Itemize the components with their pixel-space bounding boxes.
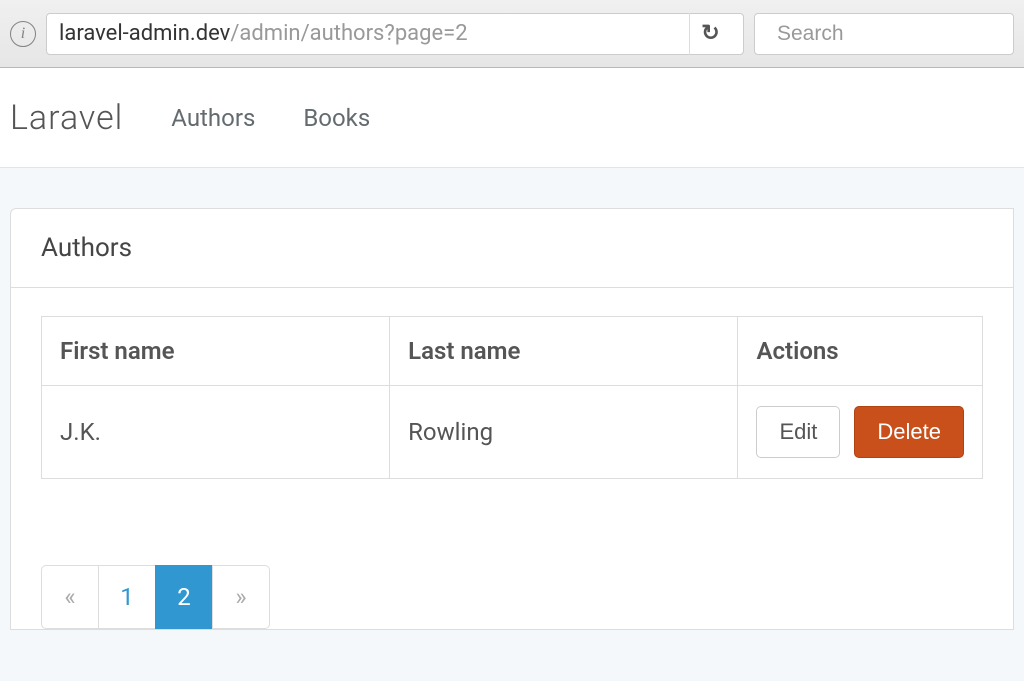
- edit-button[interactable]: Edit: [756, 406, 840, 458]
- pagination-next[interactable]: »: [212, 565, 270, 629]
- reload-button[interactable]: ↻: [689, 13, 731, 55]
- brand-logo[interactable]: Laravel: [10, 98, 123, 138]
- table-header-row: First name Last name Actions: [42, 317, 983, 386]
- search-input[interactable]: [777, 22, 1024, 46]
- col-first-name: First name: [42, 317, 390, 386]
- table-row: J.K. Rowling Edit Delete: [42, 386, 983, 479]
- card-title: Authors: [11, 209, 1013, 288]
- authors-table: First name Last name Actions J.K. Rowlin…: [41, 316, 983, 479]
- top-nav: Laravel Authors Books: [0, 68, 1024, 168]
- content: Authors First name Last name Actions J.K…: [0, 168, 1024, 630]
- reload-icon: ↻: [701, 21, 719, 46]
- url-path: /admin/authors?page=2: [230, 21, 467, 46]
- card: Authors First name Last name Actions J.K…: [10, 208, 1014, 630]
- search-bar[interactable]: [754, 13, 1014, 55]
- url-bar[interactable]: laravel-admin.dev/admin/authors?page=2 ↻: [46, 13, 744, 55]
- card-body: First name Last name Actions J.K. Rowlin…: [11, 288, 1013, 507]
- info-icon[interactable]: i: [10, 21, 36, 47]
- col-last-name: Last name: [390, 317, 738, 386]
- pagination-page-2[interactable]: 2: [155, 565, 213, 629]
- cell-last-name: Rowling: [390, 386, 738, 479]
- browser-chrome: i laravel-admin.dev/admin/authors?page=2…: [0, 0, 1024, 68]
- cell-first-name: J.K.: [42, 386, 390, 479]
- nav-link-authors[interactable]: Authors: [171, 104, 255, 132]
- pagination-page-1[interactable]: 1: [98, 565, 156, 629]
- col-actions: Actions: [738, 317, 983, 386]
- delete-button[interactable]: Delete: [854, 406, 964, 458]
- cell-actions: Edit Delete: [738, 386, 983, 479]
- pagination-prev[interactable]: «: [41, 565, 99, 629]
- nav-link-books[interactable]: Books: [303, 104, 370, 132]
- url-domain: laravel-admin.dev: [59, 21, 230, 46]
- pagination: « 1 2 »: [41, 565, 983, 629]
